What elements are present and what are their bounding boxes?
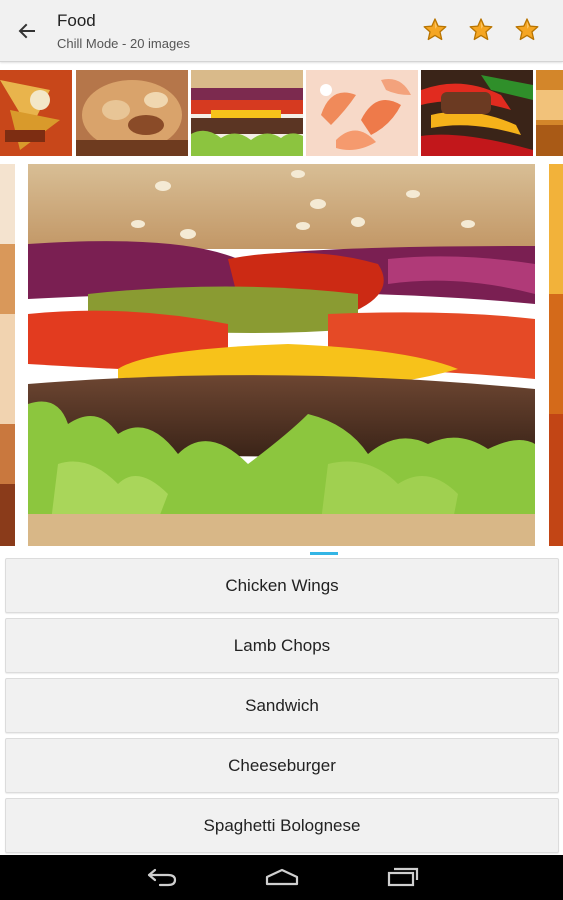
page-subtitle: Chill Mode - 20 images — [57, 36, 190, 51]
nav-back-icon — [147, 868, 177, 887]
next-food-image — [549, 164, 563, 546]
answer-button-5[interactable]: Spaghetti Bolognese — [5, 798, 559, 853]
nav-home-icon — [265, 868, 299, 886]
system-navigation-bar — [0, 855, 563, 900]
nachos-image — [0, 70, 72, 156]
image-carousel[interactable] — [0, 164, 563, 546]
star-icon — [515, 18, 539, 41]
back-arrow-icon — [18, 23, 35, 39]
answer-button-3[interactable]: Sandwich — [5, 678, 559, 733]
thumbnail-casserole[interactable] — [76, 70, 188, 156]
thumbnail-nachos[interactable] — [0, 70, 72, 156]
nav-recents-icon — [387, 867, 419, 887]
back-button[interactable] — [10, 14, 44, 48]
star-button-2[interactable] — [465, 14, 497, 46]
star-icon — [469, 18, 493, 41]
star-icon — [423, 18, 447, 41]
nav-recents-button[interactable] — [383, 863, 423, 891]
next-image-peek[interactable] — [549, 164, 563, 546]
burger-thumb-image — [191, 70, 303, 156]
thumbnail-strip — [0, 70, 563, 156]
shrimp-image — [306, 70, 418, 156]
star-button-3[interactable] — [511, 14, 543, 46]
peppers-steak-image — [421, 70, 533, 156]
previous-image-peek[interactable] — [0, 164, 15, 546]
top-bar: Food Chill Mode - 20 images — [0, 0, 563, 62]
star-button-1[interactable] — [419, 14, 451, 46]
answer-button-1[interactable]: Chicken Wings — [5, 558, 559, 613]
answer-button-2[interactable]: Lamb Chops — [5, 618, 559, 673]
nav-home-button[interactable] — [262, 863, 302, 891]
thumbnail-burger[interactable] — [191, 70, 303, 156]
nav-back-button[interactable] — [142, 863, 182, 891]
main-food-image[interactable] — [28, 164, 535, 546]
casserole-image — [76, 70, 188, 156]
page-title: Food — [57, 11, 96, 30]
thumbnail-shrimp[interactable] — [306, 70, 418, 156]
thumbnail-partial[interactable] — [536, 70, 563, 156]
previous-food-image — [0, 164, 15, 546]
app-root: Food Chill Mode - 20 images Chicken Wing… — [0, 0, 563, 900]
thumbnail-peppers-steak[interactable] — [421, 70, 533, 156]
carousel-position-indicator — [310, 552, 338, 555]
partial-thumb-image — [536, 70, 563, 156]
star-rating — [419, 14, 543, 46]
answer-button-4[interactable]: Cheeseburger — [5, 738, 559, 793]
cheeseburger-image — [28, 164, 535, 546]
